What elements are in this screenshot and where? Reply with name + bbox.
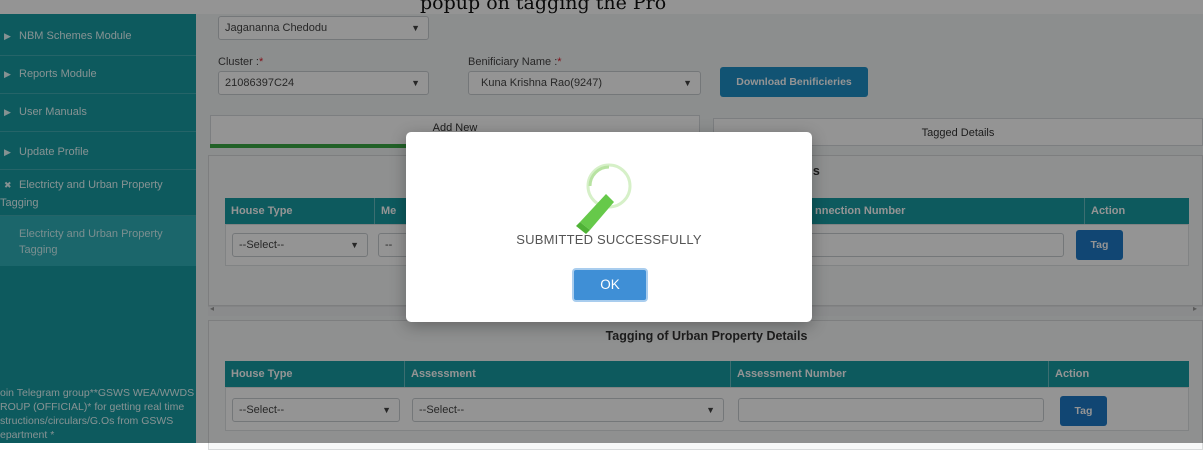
success-message: SUBMITTED SUCCESSFULLY xyxy=(516,232,702,247)
success-dialog: SUBMITTED SUCCESSFULLY OK xyxy=(406,132,812,322)
success-check-icon xyxy=(576,163,632,234)
ok-button[interactable]: OK xyxy=(572,268,648,302)
